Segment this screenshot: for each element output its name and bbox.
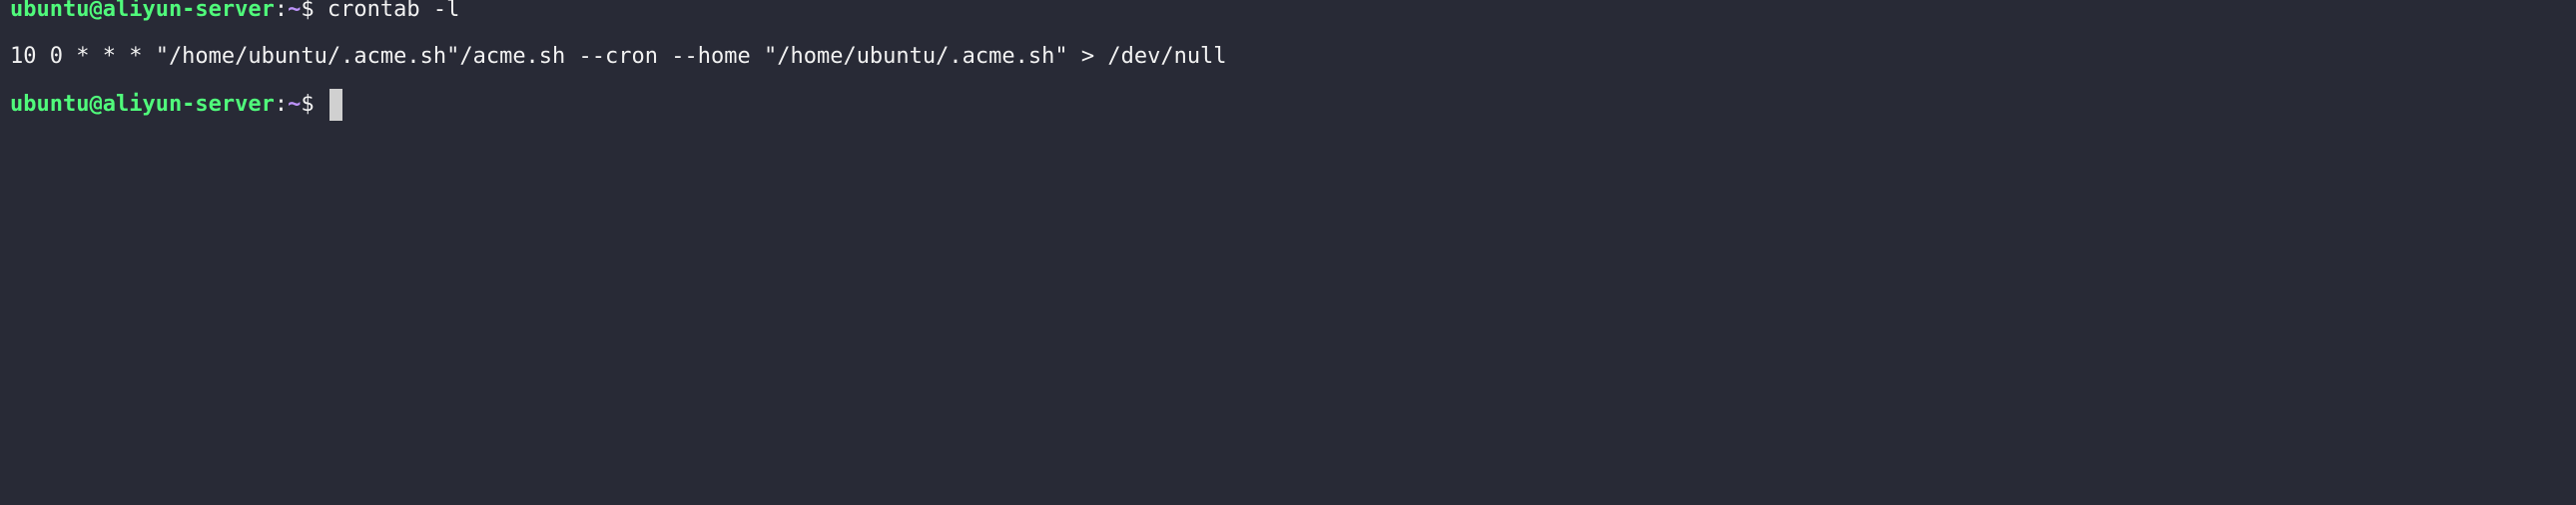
prompt-symbol: $ (301, 92, 315, 117)
prompt-separator: : (274, 92, 289, 117)
command-text: crontab -l (326, 0, 460, 22)
text-cursor[interactable] (328, 89, 342, 121)
user-host: ubuntu@aliyun-server (10, 0, 275, 22)
prompt-symbol: $ (301, 0, 315, 22)
current-directory: ~ (288, 0, 302, 22)
prompt-separator: : (274, 0, 289, 22)
prompt-line-current[interactable]: ubuntu@aliyun-server:~$ (10, 81, 342, 129)
user-host: ubuntu@aliyun-server (10, 92, 275, 117)
terminal-window[interactable]: ubuntu@aliyun-server:~$ crontab -l 10 0 … (0, 0, 2576, 505)
command-output: 10 0 * * * "/home/ubuntu/.acme.sh"/acme.… (10, 33, 1227, 81)
prompt-line-crontab: ubuntu@aliyun-server:~$ crontab -l (10, 0, 459, 34)
current-directory: ~ (288, 92, 302, 117)
crontab-entry: 10 0 * * * "/home/ubuntu/.acme.sh"/acme.… (10, 44, 1227, 69)
